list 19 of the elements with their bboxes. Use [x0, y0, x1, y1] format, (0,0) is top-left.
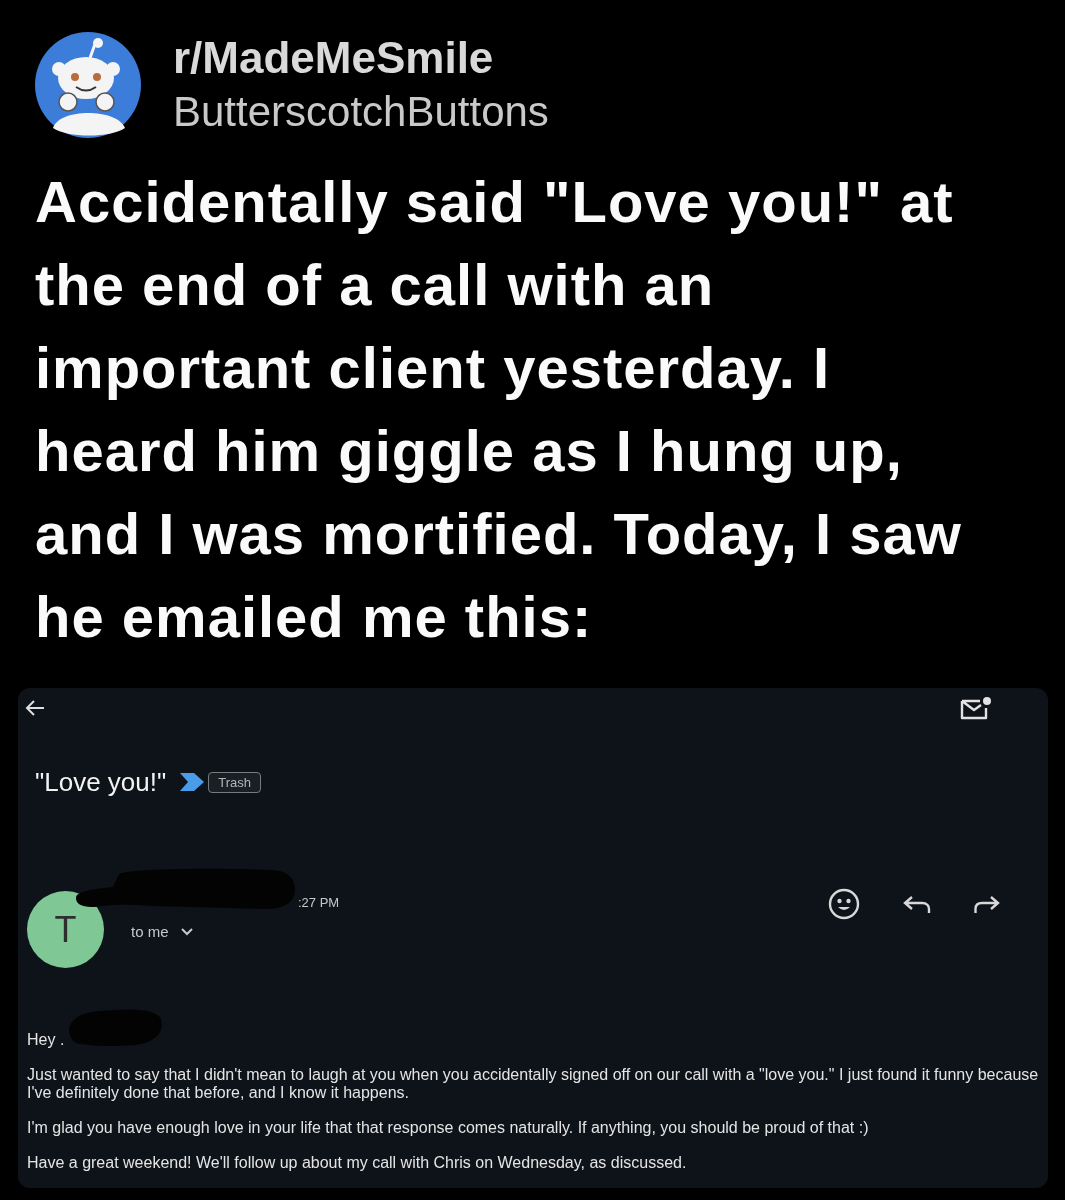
back-arrow-icon[interactable]: [25, 698, 45, 718]
email-subject: "Love you!": [35, 766, 167, 798]
smiley-icon[interactable]: [828, 888, 860, 920]
recipient-toggle[interactable]: to me: [131, 922, 193, 942]
chevron-down-icon: [180, 928, 193, 936]
email-paragraph: Have a great weekend! We'll follow up about my call with Chris on Wednesday, as discussed.: [27, 1154, 687, 1172]
email-paragraph: Just wanted to say that I didn't mean to laugh at you when you accidentally signed off on our call with a "love you." I just found it funny because I've definitely done that before, and I know it happens.: [27, 1066, 1040, 1102]
forward-icon[interactable]: [974, 895, 1000, 913]
reply-icon[interactable]: [902, 895, 932, 913]
mail-icon[interactable]: [960, 696, 992, 720]
post-title: Accidentally said "Love you!" at the end of a call with an important client yesterday. I heard him giggle as I hung up, and I was mortified. Today, I saw he emailed me this:: [35, 168, 963, 651]
alien-avatar-icon: [35, 32, 141, 138]
sender-avatar: T: [27, 891, 104, 968]
email-paragraph: I'm glad you have enough love in your life that that response comes naturally. If anything, you should be proud of that :): [27, 1119, 869, 1137]
email-greeting: Hey .: [27, 1031, 65, 1049]
folder-label: Trash: [208, 771, 261, 793]
subreddit-name[interactable]: r/MadeMeSmile: [173, 33, 494, 83]
username[interactable]: ButterscotchButtons: [173, 87, 549, 137]
sent-time: :27 PM: [298, 894, 340, 912]
